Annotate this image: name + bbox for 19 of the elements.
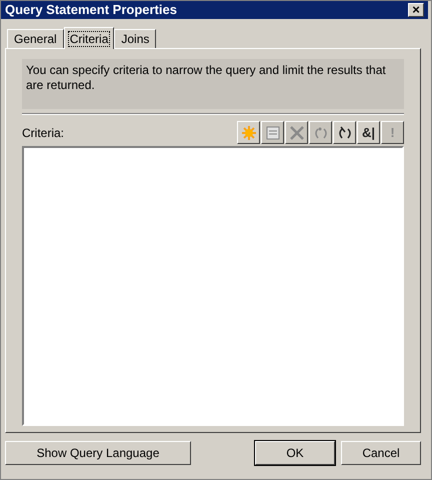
dialog-button[interactable]: OK bbox=[255, 441, 335, 465]
dialog-button[interactable]: Show Query Language bbox=[5, 441, 191, 465]
criteria-field[interactable] bbox=[22, 146, 404, 426]
dialog-button[interactable]: Cancel bbox=[341, 441, 421, 465]
tab[interactable]: General bbox=[7, 29, 64, 48]
arrow-parens-icon bbox=[336, 124, 352, 140]
toolbar-button[interactable] bbox=[237, 121, 260, 144]
description-text: You can specify criteria to narrow the query and limit the results that are returned. bbox=[22, 59, 404, 109]
sparkle-parens-icon bbox=[312, 124, 328, 140]
delete-icon bbox=[288, 124, 304, 140]
toolbar-button[interactable]: &| bbox=[357, 121, 380, 144]
close-button[interactable]: × bbox=[408, 3, 424, 17]
tab[interactable]: Joins bbox=[114, 29, 156, 48]
window-title: Query Statement Properties bbox=[5, 1, 177, 20]
tab[interactable]: Criteria bbox=[64, 27, 114, 49]
document-icon bbox=[264, 124, 280, 140]
sun-icon bbox=[240, 124, 256, 140]
toolbar-button[interactable] bbox=[333, 121, 356, 144]
criteria-label: Criteria: bbox=[22, 125, 64, 142]
